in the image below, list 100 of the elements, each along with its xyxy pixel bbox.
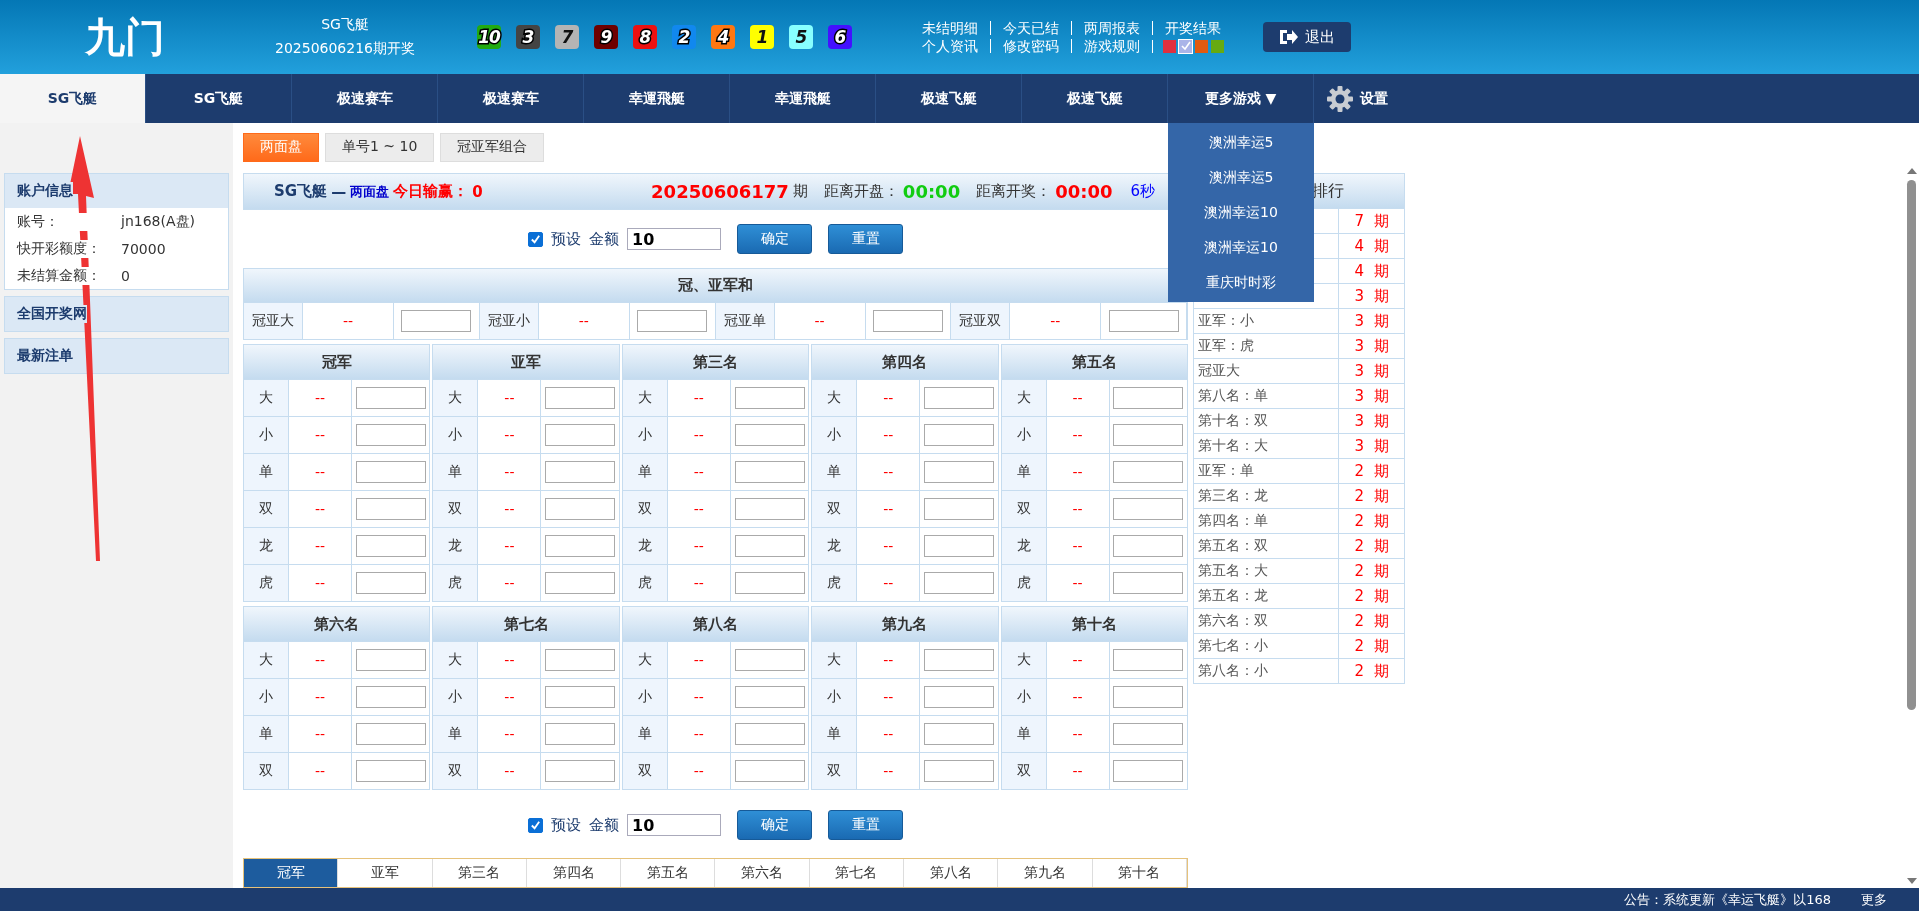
bet-input[interactable] [923,535,994,557]
header-link[interactable]: 未结明细 [922,21,990,35]
bet-input[interactable] [923,572,994,594]
rank-tab[interactable]: 第四名 [526,859,622,887]
bet-input[interactable] [1113,535,1184,557]
game-tab[interactable]: SG飞艇 [0,74,146,123]
bet-input[interactable] [355,686,426,708]
bet-input[interactable] [734,387,805,409]
header-link[interactable]: 游戏规则 [1071,39,1152,53]
amount-field[interactable]: 10 [627,814,721,836]
bet-input[interactable] [545,498,616,520]
confirm-button[interactable]: 确定 [737,224,812,254]
rank-tab[interactable]: 第六名 [715,859,810,887]
bet-input[interactable] [1113,723,1184,745]
bet-input[interactable] [545,686,616,708]
sub-tab[interactable]: 冠亚军组合 [440,132,545,162]
header-link[interactable]: 开奖结果 [1152,21,1233,35]
bet-input[interactable] [355,572,426,594]
more-link[interactable]: 更多 [1861,890,1887,909]
rank-tab[interactable]: 第五名 [621,859,716,887]
header-link[interactable]: 两周报表 [1071,21,1152,35]
menu-item[interactable]: 澳洲幸运10 [1168,230,1314,265]
bet-input[interactable] [734,723,805,745]
bet-input[interactable] [545,760,616,782]
bet-input[interactable] [545,461,616,483]
reset-button[interactable]: 重置 [828,810,903,840]
rank-tab[interactable]: 第七名 [809,859,905,887]
bet-input[interactable] [1113,387,1184,409]
bet-input[interactable] [734,649,805,671]
header-link[interactable]: 个人资讯 [922,39,990,53]
menu-item[interactable]: 澳洲幸运5 [1168,125,1314,160]
rank-tab[interactable]: 第九名 [998,859,1093,887]
bet-input[interactable] [545,535,616,557]
bet-input[interactable] [1113,572,1184,594]
bet-input[interactable] [734,498,805,520]
rank-tab[interactable]: 第八名 [904,859,999,887]
rank-tab[interactable]: 亚军 [338,859,433,887]
bet-input[interactable] [355,535,426,557]
theme-swatch[interactable] [1211,39,1224,53]
theme-swatch[interactable] [1179,39,1192,53]
bet-input[interactable] [923,424,994,446]
bet-input[interactable] [545,424,616,446]
settings-label[interactable]: 设置 [1360,89,1388,108]
bet-input[interactable] [872,310,943,332]
bet-input[interactable] [355,498,426,520]
game-tab[interactable]: 幸運飛艇 [584,74,730,123]
bet-input[interactable] [923,461,994,483]
bet-input[interactable] [355,424,426,446]
rank-tab[interactable]: 冠军 [244,859,339,887]
header-link[interactable]: 修改密码 [990,39,1071,53]
bet-input[interactable] [923,760,994,782]
bet-input[interactable] [1113,649,1184,671]
confirm-button[interactable]: 确定 [737,810,812,840]
scroll-up-icon[interactable] [1906,168,1917,174]
scroll-down-icon[interactable] [1906,878,1917,884]
scroll-thumb[interactable] [1907,180,1916,710]
theme-swatch[interactable] [1163,39,1176,53]
bet-input[interactable] [923,498,994,520]
game-tab[interactable]: 极速飞艇 [876,74,1022,123]
rank-tab[interactable]: 第三名 [432,859,527,887]
bet-input[interactable] [1113,461,1184,483]
panel-title[interactable]: 全国开奖网 [17,305,87,323]
bet-input[interactable] [734,572,805,594]
game-tab[interactable]: 幸運飛艇 [730,74,876,123]
bet-input[interactable] [923,649,994,671]
bet-input[interactable] [355,649,426,671]
menu-item[interactable]: 澳洲幸运10 [1168,195,1314,230]
bet-input[interactable] [545,387,616,409]
bet-input[interactable] [355,723,426,745]
sub-tab[interactable]: 单号1 ~ 10 [325,132,435,162]
game-tab[interactable]: 极速赛车 [292,74,438,123]
bet-input[interactable] [1113,424,1184,446]
bet-input[interactable] [734,535,805,557]
game-tab[interactable]: 极速赛车 [438,74,584,123]
bet-input[interactable] [545,649,616,671]
bet-input[interactable] [923,387,994,409]
preset-checkbox[interactable] [528,817,543,833]
bet-input[interactable] [734,424,805,446]
header-link[interactable]: 今天已结 [990,21,1071,35]
bet-input[interactable] [637,310,708,332]
bet-input[interactable] [1113,686,1184,708]
panel-title[interactable]: 最新注单 [17,347,73,365]
bet-input[interactable] [355,387,426,409]
bet-input[interactable] [401,310,472,332]
bet-input[interactable] [1108,310,1179,332]
bet-input[interactable] [545,723,616,745]
bet-input[interactable] [1113,498,1184,520]
bet-input[interactable] [355,760,426,782]
bet-input[interactable] [734,686,805,708]
bet-input[interactable] [355,461,426,483]
menu-item[interactable]: 澳洲幸运5 [1168,160,1314,195]
bet-input[interactable] [734,461,805,483]
bet-input[interactable] [923,723,994,745]
preset-checkbox[interactable] [528,231,543,247]
bet-input[interactable] [734,760,805,782]
settings-tab[interactable]: 设置 [1326,84,1388,113]
bet-input[interactable] [545,572,616,594]
rank-tab[interactable]: 第十名 [1092,859,1187,887]
bet-input[interactable] [1113,760,1184,782]
theme-swatch[interactable] [1195,39,1208,53]
